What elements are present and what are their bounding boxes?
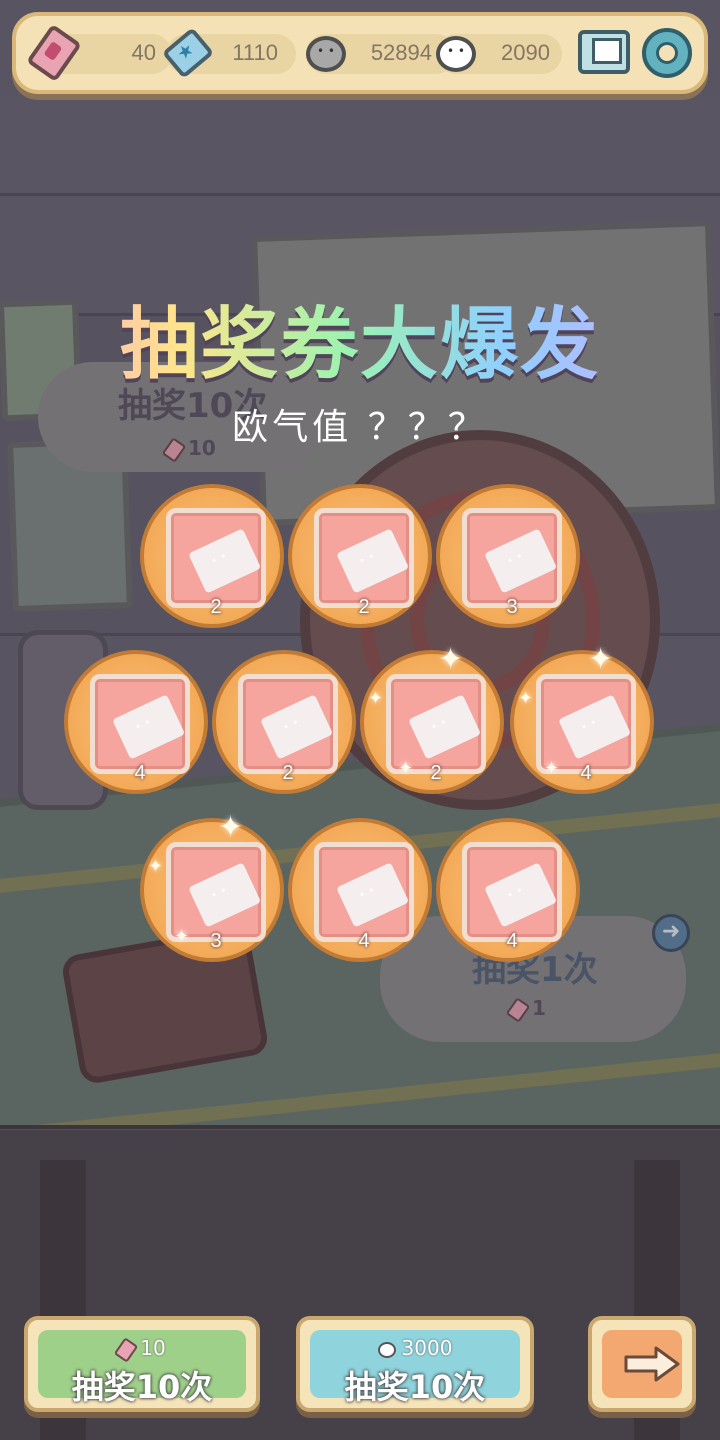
- pink-ticket-count: 40: [131, 40, 156, 65]
- draw-10-bubble-button[interactable]: 3000 抽奖10次: [296, 1316, 534, 1412]
- light-bubble-icon: [436, 36, 476, 72]
- reward-item: 2: [288, 484, 432, 628]
- popup-title: 抽奖券大爆发: [0, 282, 720, 394]
- ticket-card: [314, 508, 414, 608]
- draw-10-ticket-button[interactable]: 10 抽奖10次: [24, 1316, 260, 1412]
- reward-item: 2: [140, 484, 284, 628]
- resource-bar: 40 1110 52894 2090: [12, 12, 708, 94]
- dark-bubble-count: 52894: [370, 40, 432, 65]
- pink-ticket-icon: [413, 700, 471, 752]
- sparkle-icon: ✦: [148, 856, 164, 877]
- ticket-card: [166, 508, 266, 608]
- blue-ticket-count: 1110: [232, 40, 278, 65]
- sparkle-icon: ✦: [398, 758, 414, 779]
- bubble-icon: [377, 1341, 396, 1358]
- pink-ticket-icon: [193, 534, 251, 586]
- reward-count: 2: [282, 762, 294, 784]
- sparkle-icon: ✦: [544, 758, 560, 779]
- ticket-cost: 10: [28, 1336, 256, 1363]
- pink-ticket-icon: [193, 868, 251, 920]
- reward-count: 2: [210, 596, 222, 618]
- ticket-card: [314, 842, 414, 942]
- reward-count: 4: [506, 930, 518, 952]
- popup-subtitle: 欧气值 ？？？: [232, 407, 488, 448]
- sparkle-icon: ✦: [174, 926, 190, 947]
- arrow-right-icon: [624, 1346, 680, 1382]
- pink-ticket-icon: [489, 534, 547, 586]
- draw-10-label: 抽奖10次: [344, 1368, 486, 1406]
- reward-count: 3: [210, 930, 222, 952]
- pink-ticket-icon: [563, 700, 621, 752]
- dark-bubble-icon: [306, 36, 346, 72]
- reward-item: 4: [64, 650, 208, 794]
- sparkle-icon: ✦: [518, 688, 534, 709]
- reward-item: 3 ✦ ✦ ✦: [140, 810, 284, 962]
- draw-10-label: 抽奖10次: [71, 1368, 213, 1406]
- reward-item: 4: [288, 818, 432, 962]
- light-bubble-count: 2090: [501, 40, 550, 65]
- pink-ticket-icon: [341, 534, 399, 586]
- ticket-card: [238, 674, 338, 774]
- ticket-card: [90, 674, 190, 774]
- reward-item: 4: [436, 818, 580, 962]
- sparkle-icon: ✦: [588, 642, 614, 677]
- pink-ticket-icon: [489, 868, 547, 920]
- reward-item: 2 ✦ ✦ ✦: [360, 642, 504, 794]
- reward-count: 4: [358, 930, 370, 952]
- sparkle-icon: ✦: [438, 642, 464, 677]
- ticket-card: [462, 508, 562, 608]
- pink-ticket-icon: [117, 700, 175, 752]
- reward-count: 4: [580, 762, 592, 784]
- reward-item: 2: [212, 650, 356, 794]
- reward-item: 3: [436, 484, 580, 628]
- ticket-card: [462, 842, 562, 942]
- sparkle-icon: ✦: [218, 810, 244, 845]
- mail-icon[interactable]: [578, 30, 630, 74]
- next-button[interactable]: [588, 1316, 696, 1412]
- ticket-icon: [113, 1336, 139, 1363]
- pink-ticket-icon: [341, 868, 399, 920]
- gear-icon[interactable]: [642, 28, 692, 78]
- bubble-cost: 3000: [300, 1336, 530, 1360]
- pink-ticket-icon: [265, 700, 323, 752]
- sparkle-icon: ✦: [368, 688, 384, 709]
- reward-count: 3: [506, 596, 518, 618]
- reward-count: 2: [430, 762, 442, 784]
- reward-item: 4 ✦ ✦ ✦: [510, 642, 654, 794]
- reward-count: 2: [358, 596, 370, 618]
- reward-count: 4: [134, 762, 146, 784]
